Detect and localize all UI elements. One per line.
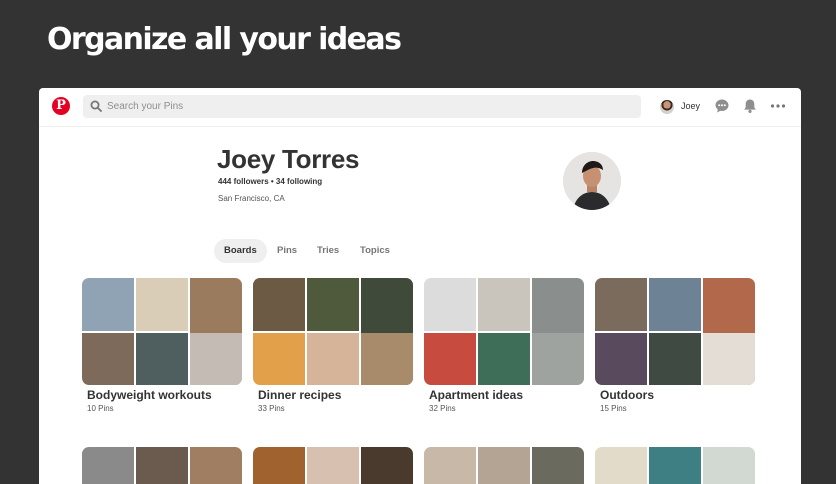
notifications-icon[interactable] xyxy=(742,98,758,114)
board-cover xyxy=(424,278,584,385)
board-card[interactable] xyxy=(253,447,413,484)
more-options-icon[interactable] xyxy=(770,98,786,114)
board-cover xyxy=(82,278,242,385)
profile-avatar xyxy=(563,152,621,210)
search-bar[interactable] xyxy=(83,95,641,118)
board-thumbnail xyxy=(595,278,647,331)
board-thumbnail xyxy=(82,447,134,484)
board-thumbnail xyxy=(307,278,359,331)
avatar xyxy=(660,100,674,114)
username-label: Joey xyxy=(681,101,701,111)
board-thumbnail xyxy=(136,447,188,484)
tab-topics[interactable]: Topics xyxy=(350,239,400,263)
board-thumbnail xyxy=(478,333,530,385)
board-pin-count: 10 Pins xyxy=(87,404,114,413)
board-thumbnail xyxy=(478,278,530,331)
board-thumbnail xyxy=(703,447,755,484)
profile-location: San Francisco, CA xyxy=(218,194,285,203)
board-thumbnail xyxy=(361,333,413,385)
board-card[interactable]: Bodyweight workouts 10 Pins xyxy=(82,278,242,413)
search-icon xyxy=(90,100,102,112)
board-thumbnail xyxy=(649,447,701,484)
top-bar: P Joey xyxy=(39,88,801,127)
board-thumbnail xyxy=(532,333,584,385)
board-thumbnail xyxy=(532,447,584,484)
board-title: Outdoors xyxy=(600,388,654,402)
pinterest-logo-icon[interactable]: P xyxy=(52,97,70,115)
board-thumbnail xyxy=(595,447,647,484)
board-thumbnail xyxy=(649,333,701,385)
messages-icon[interactable] xyxy=(714,98,730,114)
board-title: Apartment ideas xyxy=(429,388,524,402)
board-thumbnail xyxy=(136,278,188,331)
board-pin-count: 33 Pins xyxy=(258,404,285,413)
profile-stats[interactable]: 444 followers • 34 following xyxy=(218,177,322,186)
board-card[interactable] xyxy=(424,447,584,484)
board-card[interactable]: Outdoors 15 Pins xyxy=(595,278,755,413)
board-thumbnail xyxy=(82,278,134,331)
board-card[interactable]: Dinner recipes 33 Pins xyxy=(253,278,413,413)
board-thumbnail xyxy=(595,333,647,385)
board-thumbnail xyxy=(703,333,755,385)
board-thumbnail xyxy=(190,447,242,484)
board-card[interactable] xyxy=(82,447,242,484)
tab-boards[interactable]: Boards xyxy=(214,239,267,263)
board-thumbnail xyxy=(190,333,242,385)
board-thumbnail xyxy=(307,333,359,385)
board-thumbnail xyxy=(307,447,359,484)
search-input[interactable] xyxy=(107,95,627,118)
board-cover xyxy=(595,278,755,385)
board-thumbnail xyxy=(424,447,476,484)
board-thumbnail xyxy=(82,333,134,385)
board-thumbnail xyxy=(478,447,530,484)
board-thumbnail xyxy=(649,278,701,331)
board-thumbnail xyxy=(253,278,305,331)
profile-name: Joey Torres xyxy=(217,144,360,174)
board-card[interactable] xyxy=(595,447,755,484)
headline: Organize all your ideas xyxy=(47,22,402,57)
board-title: Bodyweight workouts xyxy=(87,388,212,402)
board-thumbnail xyxy=(253,447,305,484)
board-title: Dinner recipes xyxy=(258,388,342,402)
board-thumbnail xyxy=(136,333,188,385)
board-thumbnail xyxy=(424,278,476,331)
tab-tries[interactable]: Tries xyxy=(307,239,349,263)
board-thumbnail xyxy=(361,447,413,484)
tab-pins[interactable]: Pins xyxy=(267,239,307,263)
board-card[interactable]: Apartment ideas 32 Pins xyxy=(424,278,584,413)
board-cover xyxy=(253,278,413,385)
board-pin-count: 32 Pins xyxy=(429,404,456,413)
board-thumbnail xyxy=(253,333,305,385)
board-thumbnail xyxy=(424,333,476,385)
board-pin-count: 15 Pins xyxy=(600,404,627,413)
app-window: P Joey Joey Torres 444 followers • 34 fo… xyxy=(39,88,801,484)
